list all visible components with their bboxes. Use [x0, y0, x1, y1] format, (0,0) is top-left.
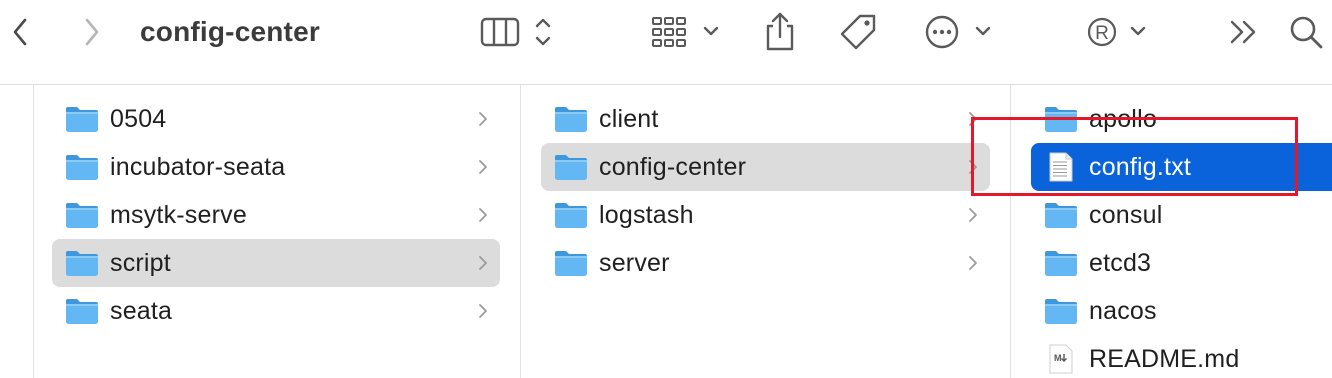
folder-item-server[interactable]: server — [541, 239, 990, 287]
item-label: script — [110, 248, 171, 277]
item-label: config-center — [599, 152, 747, 181]
disclosure-chevron-icon — [969, 160, 977, 174]
tag-icon — [840, 14, 876, 50]
folder-icon — [1043, 104, 1079, 134]
folder-icon — [64, 152, 100, 182]
folder-item-nacos[interactable]: nacos — [1031, 287, 1332, 335]
registered-menu-button[interactable]: R — [1082, 12, 1152, 52]
folder-item-seata[interactable]: seata — [52, 287, 500, 335]
columns-view-icon — [480, 17, 551, 47]
svg-text:R: R — [1095, 23, 1109, 44]
toolbar: config-center R — [0, 0, 1332, 85]
folder-item-config-center[interactable]: config-center — [541, 143, 990, 191]
window-title: config-center — [140, 16, 320, 47]
folder-icon — [1043, 296, 1079, 326]
disclosure-chevron-icon — [479, 208, 487, 222]
column-browser: 0504 incubator-seata msytk-serve script seat… — [0, 85, 1332, 378]
search-icon — [1290, 16, 1323, 49]
toolbar-overflow-button[interactable] — [1224, 14, 1264, 50]
chevron-left-icon — [13, 18, 27, 46]
folder-item-msytk-serve[interactable]: msytk-serve — [52, 191, 500, 239]
grid-group-icon — [652, 17, 719, 47]
disclosure-chevron-icon — [969, 256, 977, 270]
folder-icon — [553, 104, 589, 134]
folder-item-script[interactable]: script — [52, 239, 500, 287]
group-button[interactable] — [648, 12, 724, 52]
item-label: server — [599, 248, 670, 277]
more-actions-button[interactable] — [922, 12, 998, 52]
item-label: README.md — [1089, 344, 1240, 373]
markdown-file-icon: M — [1043, 344, 1079, 374]
item-label: seata — [110, 296, 173, 325]
svg-text:M: M — [1054, 353, 1062, 363]
back-button[interactable] — [4, 16, 36, 48]
chevron-right-icon — [85, 18, 99, 46]
file-item-config-txt[interactable]: config.txt — [1031, 143, 1332, 191]
folder-item-client[interactable]: client — [541, 95, 990, 143]
disclosure-chevron-icon — [479, 256, 487, 270]
column-root: 0504 incubator-seata msytk-serve script seat… — [34, 85, 520, 378]
double-chevron-icon — [1230, 20, 1256, 44]
folder-item-logstash[interactable]: logstash — [541, 191, 990, 239]
share-button[interactable] — [760, 10, 800, 54]
folder-item-0504[interactable]: 0504 — [52, 95, 500, 143]
item-label: incubator-seata — [110, 152, 286, 181]
item-label: logstash — [599, 200, 694, 229]
ellipsis-circle-icon — [925, 15, 991, 49]
folder-item-etcd3[interactable]: etcd3 — [1031, 239, 1332, 287]
folder-icon — [64, 296, 100, 326]
disclosure-chevron-icon — [479, 112, 487, 126]
item-label: consul — [1089, 200, 1163, 229]
folder-item-apollo[interactable]: apollo — [1031, 95, 1332, 143]
item-label: apollo — [1089, 104, 1157, 133]
item-label: etcd3 — [1089, 248, 1152, 277]
search-button[interactable] — [1286, 12, 1326, 52]
disclosure-chevron-icon — [969, 208, 977, 222]
folder-item-consul[interactable]: consul — [1031, 191, 1332, 239]
file-item-readme-md[interactable]: M README.md — [1031, 335, 1332, 378]
folder-icon — [64, 200, 100, 230]
share-icon — [766, 12, 794, 51]
column-script: client config-center logstash server — [521, 85, 1010, 378]
folder-item-incubator-seata[interactable]: incubator-seata — [52, 143, 500, 191]
item-label: nacos — [1089, 296, 1157, 325]
folder-icon — [64, 248, 100, 278]
disclosure-chevron-icon — [479, 304, 487, 318]
view-mode-button[interactable] — [476, 12, 560, 52]
forward-button[interactable] — [76, 16, 108, 48]
disclosure-chevron-icon — [969, 112, 977, 126]
folder-icon — [553, 152, 589, 182]
folder-icon — [64, 104, 100, 134]
item-label: 0504 — [110, 104, 167, 133]
folder-icon — [553, 248, 589, 278]
disclosure-chevron-icon — [479, 160, 487, 174]
folder-icon — [1043, 248, 1079, 278]
tag-button[interactable] — [836, 10, 882, 54]
folder-icon — [1043, 200, 1079, 230]
item-label: config.txt — [1089, 152, 1192, 181]
item-label: msytk-serve — [110, 200, 247, 229]
text-file-icon — [1043, 152, 1079, 182]
folder-icon — [553, 200, 589, 230]
registered-icon: R — [1087, 17, 1146, 47]
column-config-center: apollo config.txt consul etcd3 nacos M README.… — [1011, 85, 1332, 378]
item-label: client — [599, 104, 659, 133]
